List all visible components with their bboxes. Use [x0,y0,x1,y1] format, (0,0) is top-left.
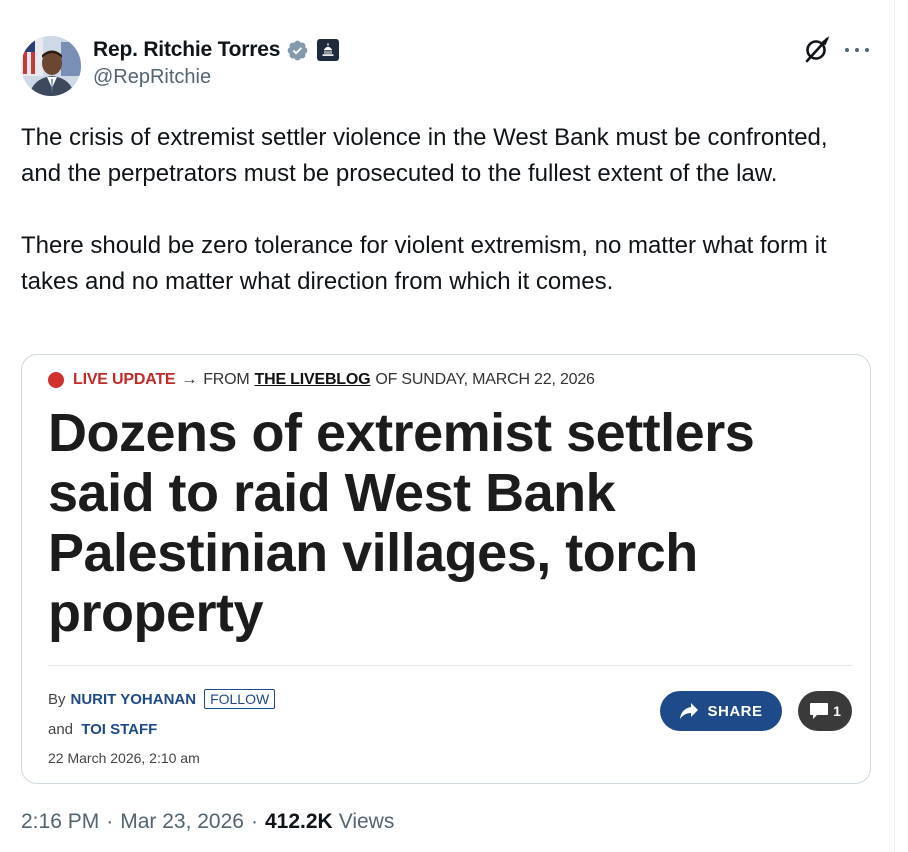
publish-date: 22 March 2026, 2:10 am [48,750,200,766]
author-name[interactable]: Rep. Ritchie Torres [93,38,280,62]
tweet-paragraph: The crisis of extremist settler violence… [21,124,828,187]
comments-button: 1 [798,691,852,731]
grok-icon[interactable] [803,36,831,64]
live-dot-icon [48,372,64,388]
and-label: and [48,721,74,738]
arrow-icon: → [181,371,198,388]
author-handle[interactable]: @RepRitchie [93,66,211,89]
liveblog-link: THE LIVEBLOG [254,371,371,388]
article-headline: Dozens of extremist settlers said to rai… [48,403,755,643]
follow-button: FOLLOW [204,689,276,709]
us-capitol-icon[interactable] [317,39,340,61]
tweet-text: The crisis of extremist settler violence… [21,120,841,300]
share-arrow-icon [680,703,699,719]
more-options-icon[interactable] [845,38,869,62]
byline-secondary: and TOI STAFF [48,721,157,738]
author-name-row[interactable]: Rep. Ritchie Torres [93,36,340,64]
comment-icon [810,703,829,719]
live-update-line: LIVE UPDATE → FROM THE LIVEBLOG OF SUNDA… [48,371,595,389]
tweet-meta: 2:16 PM · Mar 23, 2026 · 412.2K Views [21,810,394,834]
liveblog-date: OF SUNDAY, MARCH 22, 2026 [375,371,595,388]
by-label: By [48,690,66,708]
card-divider [48,665,852,666]
author-link: NURIT YOHANAN [70,690,197,708]
views-count[interactable]: 412.2K [265,810,333,834]
byline: By NURIT YOHANAN FOLLOW [48,689,276,709]
meta-separator: · [106,810,114,833]
live-update-label: LIVE UPDATE [73,371,176,388]
meta-separator: · [250,810,258,833]
views-label: Views [338,810,395,833]
verified-badge-icon[interactable] [286,39,309,62]
share-button: SHARE [660,691,782,731]
author-link: TOI STAFF [81,721,158,738]
share-label: SHARE [707,702,763,720]
avatar-image [21,36,81,96]
link-card[interactable]: LIVE UPDATE → FROM THE LIVEBLOG OF SUNDA… [21,354,871,784]
tweet-time[interactable]: 2:16 PM [21,810,99,834]
tweet-paragraph: There should be zero tolerance for viole… [21,232,827,295]
comment-count: 1 [833,703,841,719]
from-label: FROM [203,371,250,388]
timeline-border [894,0,895,852]
avatar[interactable] [21,36,81,96]
tweet-date[interactable]: Mar 23, 2026 [120,810,244,834]
